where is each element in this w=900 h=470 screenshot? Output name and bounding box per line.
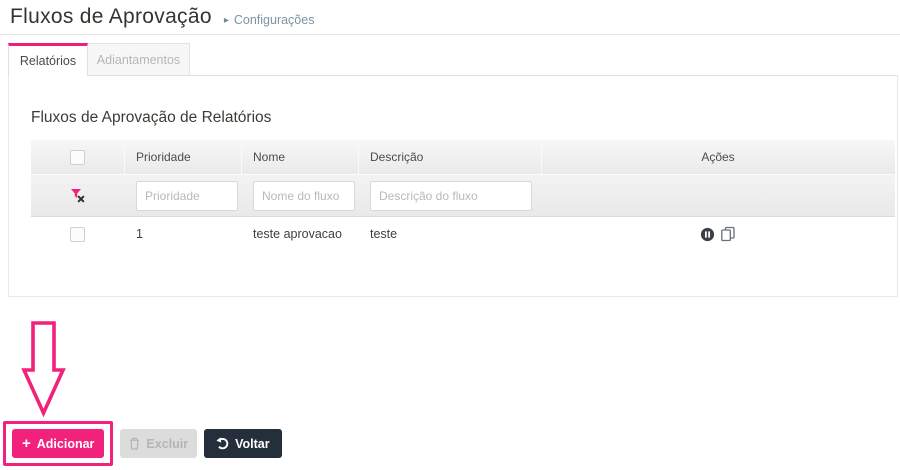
page-header: Fluxos de Aprovação ▸ Configurações <box>0 0 900 29</box>
title-divider <box>0 34 900 35</box>
tab-relatorios[interactable]: Relatórios <box>8 43 88 76</box>
cell-acoes <box>541 226 895 242</box>
approval-flows-table: Prioridade Nome Descrição Ações Priorida… <box>31 140 895 251</box>
content-panel: Fluxos de Aprovação de Relatórios Priori… <box>8 75 898 297</box>
excluir-button[interactable]: Excluir <box>120 429 198 458</box>
table-header-row: Prioridade Nome Descrição Ações <box>31 140 895 174</box>
annotation-highlight-box: + Adicionar <box>3 421 114 466</box>
column-header-prioridade: Prioridade <box>124 140 241 174</box>
pause-icon[interactable] <box>700 227 715 242</box>
cell-nome: teste aprovacao <box>253 227 342 241</box>
copy-icon[interactable] <box>720 226 736 242</box>
column-header-nome: Nome <box>241 140 358 174</box>
trash-icon <box>129 437 140 450</box>
tab-bar: Relatórios Adiantamentos <box>8 43 900 76</box>
tab-adiantamentos[interactable]: Adiantamentos <box>88 43 190 75</box>
excluir-button-label: Excluir <box>146 436 189 451</box>
footer-actions: + Adicionar Excluir Voltar <box>3 421 282 466</box>
breadcrumb-arrow-icon: ▸ <box>223 14 229 26</box>
filter-input-nome[interactable] <box>253 180 355 211</box>
table-row: 1 teste aprovacao teste <box>31 217 895 251</box>
cell-prioridade: 1 <box>136 227 143 241</box>
breadcrumb[interactable]: ▸ Configurações <box>224 13 315 27</box>
annotation-arrow-icon <box>20 321 68 422</box>
table-heading: Fluxos de Aprovação de Relatórios <box>31 109 272 126</box>
filter-input-prioridade[interactable] <box>136 180 238 211</box>
column-header-acoes: Ações <box>541 140 895 174</box>
column-header-descricao: Descrição <box>358 140 541 174</box>
table-filter-row <box>31 174 895 217</box>
adicionar-button-label: Adicionar <box>36 436 95 451</box>
row-checkbox[interactable] <box>70 226 85 242</box>
filter-clear-icon[interactable] <box>70 188 86 204</box>
adicionar-button[interactable]: + Adicionar <box>12 429 105 458</box>
voltar-button[interactable]: Voltar <box>204 429 282 458</box>
voltar-button-label: Voltar <box>235 436 270 451</box>
undo-icon <box>216 437 229 450</box>
select-all-checkbox[interactable] <box>70 149 85 165</box>
plus-icon: + <box>22 435 31 452</box>
cell-descricao: teste <box>370 227 398 241</box>
page-title: Fluxos de Aprovação <box>10 5 212 28</box>
filter-input-descricao[interactable] <box>370 180 532 211</box>
breadcrumb-link-configuracoes[interactable]: Configurações <box>234 13 315 27</box>
